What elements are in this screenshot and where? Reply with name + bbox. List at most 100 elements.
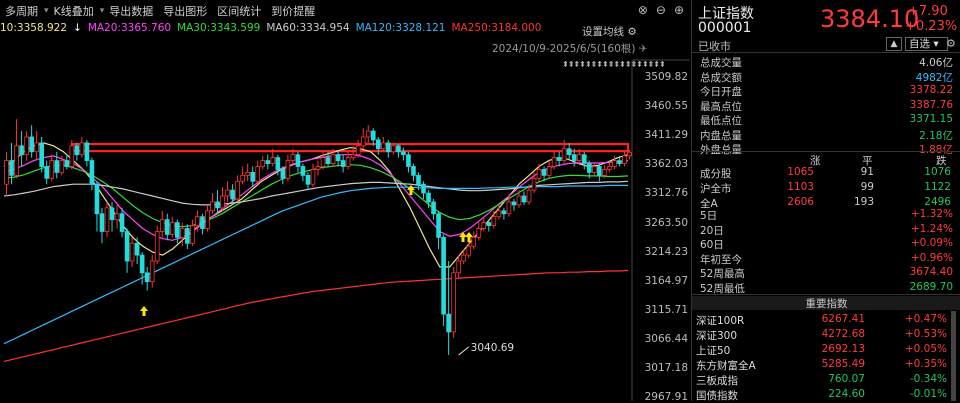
y-tick-label: 3066.44 [644, 332, 688, 345]
index-row-name: 上证50 [696, 345, 731, 357]
candle-body [39, 142, 44, 167]
candle-body [506, 201, 512, 215]
y-tick-label: 2967.91 [644, 391, 688, 401]
candle-body [19, 145, 24, 156]
candle-body [195, 216, 200, 226]
breadth-flat: 91 [860, 166, 874, 178]
breadth-down: 1076 [924, 166, 951, 178]
period-value: 2689.70 [909, 280, 953, 293]
candle-body [496, 210, 502, 218]
scrollbar[interactable] [951, 311, 956, 401]
period-label: 年初至今 [700, 253, 742, 266]
alert-bell-icon[interactable]: ▲ [886, 37, 902, 51]
candle-body [79, 142, 85, 156]
period-value: +1.32% [910, 208, 953, 220]
period-row: 52周最低 2689.70 [700, 281, 953, 295]
candle-body [501, 210, 507, 215]
candle-body [350, 154, 356, 159]
candle-body [330, 154, 336, 164]
candle-body [24, 136, 29, 156]
candle-body [164, 219, 170, 235]
favorite-button[interactable]: 自选 ▾ [905, 37, 948, 51]
candle-body [315, 166, 321, 170]
candle-body [592, 166, 597, 173]
candle-body [4, 160, 9, 185]
breadth-up: 1065 [787, 166, 814, 178]
candle-body [104, 207, 110, 232]
candle-body [225, 189, 230, 197]
candle-body [215, 201, 220, 209]
index-row-name: 深证300 [696, 330, 738, 342]
candle-body [305, 174, 311, 185]
candle-body [370, 130, 376, 141]
stat-row: 总成交额 4982亿 [700, 70, 953, 84]
candle-body [124, 231, 130, 262]
candle-body [411, 166, 416, 176]
price-change-pct: +0.23% [905, 19, 958, 34]
breadth-down: 2496 [924, 196, 951, 208]
index-row-price: 5285.49 [821, 358, 865, 370]
y-tick-label: 3164.97 [644, 274, 688, 287]
candle-body [185, 228, 190, 244]
candle-body [69, 145, 75, 167]
chevron-down-icon: ▾ [933, 38, 939, 50]
breadth-row: 沪全市 1103 99 1122 [692, 181, 960, 195]
candle-body [129, 242, 135, 262]
index-row-price: 6267.41 [821, 313, 865, 325]
y-tick-label: 3362.03 [644, 158, 688, 171]
candle-body [335, 154, 341, 161]
candle-body [571, 154, 577, 161]
candle-body [235, 180, 240, 200]
gear-icon[interactable]: ⚙ [946, 37, 956, 50]
candle-body [200, 216, 205, 229]
y-tick-label: 3017.18 [644, 362, 688, 374]
stat-row: 最高点位 3387.76 [700, 99, 953, 113]
stat-value: 3378.22 [909, 84, 953, 96]
candle-body [340, 160, 346, 167]
candle-body [386, 142, 391, 153]
candle-body [461, 254, 467, 262]
candle-body [149, 260, 155, 283]
candle-body [375, 139, 381, 150]
index-row[interactable]: 东方财富全A 5285.49 +0.35% [692, 358, 947, 372]
y-tick-label: 3509.82 [644, 71, 688, 83]
kline-svg[interactable]: 3040.69 [0, 0, 690, 401]
candle-body [441, 236, 446, 315]
candle-body [9, 160, 14, 176]
candle-body [396, 145, 401, 153]
kline-chart-panel[interactable]: 多周期 ▾ K线叠加 ▾ 导出数据 导出图形 区间统计 到价提醒 ⊗ ⊖ ⊕ 10:3358.… [0, 0, 690, 401]
quote-panel: 上证指数 000001 3384.10 +7.90 +0.23% 已收市 ▲ 自… [691, 0, 960, 402]
candle-body [416, 174, 421, 185]
yellow-up-arrow-icon [140, 306, 148, 316]
candle-body [59, 160, 65, 173]
candle-body [134, 242, 140, 256]
candle-body [205, 210, 210, 229]
candle-body [49, 160, 55, 179]
candle-body [360, 136, 366, 147]
important-indices-header: 重要指数 [692, 296, 960, 310]
candle-body [607, 166, 612, 170]
stat-row: 总成交量 4.06亿 [700, 55, 953, 69]
candle-body [54, 160, 60, 173]
index-row[interactable]: 国债指数 224.60 -0.01% [692, 388, 947, 402]
price-change: +7.90 [908, 4, 948, 19]
breadth-label: 成分股 [700, 168, 732, 180]
candle-body [511, 201, 517, 206]
candle-body [290, 154, 296, 161]
index-row[interactable]: 上证50 2692.13 +0.05% [692, 343, 947, 357]
candle-body [391, 145, 396, 153]
breadth-row: 成分股 1065 91 1076 [692, 166, 960, 180]
candle-body [536, 169, 542, 179]
candle-body [14, 145, 19, 176]
candle-body [380, 142, 386, 150]
candle-body [456, 260, 461, 274]
stat-value: 2.18亿 [919, 129, 953, 142]
candle-body [270, 157, 276, 164]
y-tick-label: 3214.23 [644, 245, 688, 258]
index-row-pct: +0.47% [904, 313, 947, 325]
index-row[interactable]: 深证300 4272.68 +0.53% [692, 328, 947, 342]
stat-value: 4982亿 [915, 71, 953, 84]
index-row[interactable]: 三板成指 760.07 -0.34% [692, 373, 947, 387]
candle-body [94, 183, 100, 215]
index-row[interactable]: 深证100R 6267.41 +0.47% [692, 313, 947, 327]
